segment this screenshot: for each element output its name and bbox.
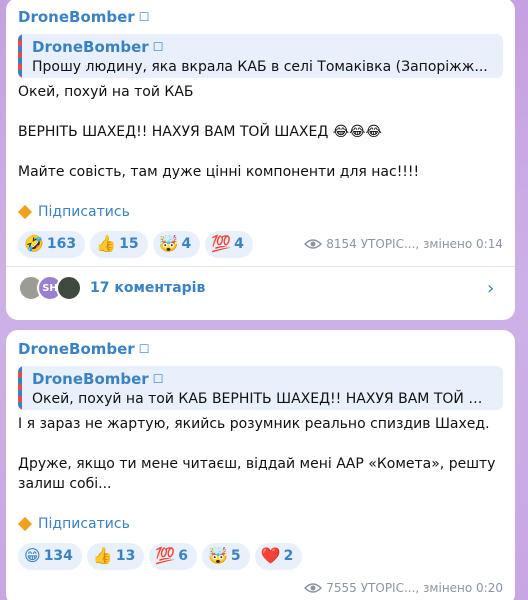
reaction-hundred[interactable]: 💯 4 <box>205 230 253 258</box>
reply-preview[interactable]: DroneBomber ☐ Прошу людину, яка вкрала К… <box>18 34 503 78</box>
thumbs-up-emoji-icon: 👍 <box>92 546 113 565</box>
hundred-emoji-icon: 💯 <box>155 546 176 565</box>
reply-author-name: DroneBomber <box>32 38 149 56</box>
subscribe-link[interactable]: Підписатись <box>17 514 503 534</box>
reaction-thumbs-up[interactable]: 👍 15 <box>90 230 148 258</box>
subscribe-link[interactable]: Підписатись <box>17 202 503 222</box>
channel-post: DroneBomber ☐ DroneBomber ☐ Окей, похуй … <box>6 330 515 600</box>
reply-author-badge-icon: ☐ <box>152 40 164 54</box>
thumbs-up-emoji-icon: 👍 <box>96 234 117 253</box>
reaction-hundred[interactable]: 💯 6 <box>149 542 197 570</box>
reaction-count: 5 <box>230 548 241 564</box>
subscribe-label[interactable]: Підписатись <box>38 204 130 220</box>
reaction-thumbs-up[interactable]: 👍 13 <box>86 542 145 570</box>
author-badge-icon: ☐ <box>138 10 150 24</box>
reaction-heart[interactable]: ❤️ 2 <box>254 542 303 570</box>
post-line: ВЕРНІТЬ ШАХЕД!! НАХУЯ ВАМ ТОЙ ШАХЕД 😂😂😂 <box>18 124 382 140</box>
mind-blown-emoji-icon: 🤯 <box>158 234 179 253</box>
reaction-count: 4 <box>234 236 244 252</box>
post-signature: УТОРІС..., змінено 0:20 <box>360 581 503 595</box>
post-line: Майте совість, там дуже цінні компоненти… <box>18 164 420 180</box>
post-meta: 8154 УТОРІС..., змінено 0:14 <box>304 237 503 251</box>
view-count: 7555 <box>326 581 357 595</box>
view-count: 8154 <box>326 237 357 251</box>
author-name[interactable]: DroneBomber <box>18 338 135 360</box>
channel-post: DroneBomber ☐ DroneBomber ☐ Прошу людину… <box>6 0 515 320</box>
reaction-rofl[interactable]: 🤣 163 <box>18 230 86 258</box>
reaction-count: 13 <box>115 548 136 564</box>
reaction-count: 6 <box>178 548 188 564</box>
post-author[interactable]: DroneBomber ☐ <box>18 6 503 28</box>
chevron-right-icon[interactable]: › <box>487 278 503 299</box>
reply-author-name: DroneBomber <box>32 370 149 388</box>
post-line: І я зараз не жартую, якийсь розумник реа… <box>18 416 490 432</box>
post-text: Окей, похуй на той КАБ ВЕРНІТЬ ШАХЕД!! Н… <box>18 82 503 182</box>
reaction-count: 163 <box>46 236 77 252</box>
diamond-icon <box>17 204 33 220</box>
reactions: 🤣 163 👍 15 🤯 4 💯 4 <box>18 230 253 258</box>
mind-blown-emoji-icon: 🤯 <box>208 546 228 565</box>
author-badge-icon: ☐ <box>138 342 150 356</box>
reactions: 😁 134 👍 13 💯 6 🤯 5 ❤️ 2 <box>18 542 303 570</box>
subscribe-label[interactable]: Підписатись <box>38 516 130 532</box>
diamond-icon <box>17 516 33 532</box>
comments-button[interactable]: SH 17 коментарів › <box>18 267 503 309</box>
post-meta: 7555 УТОРІС..., змінено 0:20 <box>304 581 503 595</box>
reaction-count: 2 <box>283 548 294 564</box>
post-author[interactable]: DroneBomber ☐ <box>18 338 503 360</box>
author-name[interactable]: DroneBomber <box>18 6 135 28</box>
eye-icon <box>304 239 323 249</box>
reply-author: DroneBomber ☐ <box>32 369 495 389</box>
reply-author-badge-icon: ☐ <box>152 372 164 386</box>
reply-author: DroneBomber ☐ <box>32 37 495 57</box>
reply-text: Окей, похуй на той КАБ ВЕРНІТЬ ШАХЕД!! Н… <box>32 391 495 407</box>
reaction-mind-blown[interactable]: 🤯 4 <box>152 230 201 258</box>
reply-text: Прошу людину, яка вкрала КАБ в селі Тома… <box>32 59 488 75</box>
eye-icon <box>304 583 323 593</box>
avatar <box>56 275 82 301</box>
grin-emoji-icon: 😁 <box>24 546 41 565</box>
reaction-count: 4 <box>181 236 192 252</box>
reply-bar <box>18 34 22 78</box>
reactions-row: 😁 134 👍 13 💯 6 🤯 5 ❤️ 2 <box>18 542 503 570</box>
commenter-avatars: SH <box>18 275 82 301</box>
reaction-count: 15 <box>119 236 139 252</box>
meta-row: 7555 УТОРІС..., змінено 0:20 <box>18 574 503 600</box>
reactions-row: 🤣 163 👍 15 🤯 4 💯 4 8154 УТОРІС..., зміне… <box>18 230 503 258</box>
comments-label[interactable]: 17 коментарів <box>90 280 479 296</box>
reply-bar <box>18 366 22 410</box>
post-text: І я зараз не жартую, якийсь розумник реа… <box>18 414 503 494</box>
rofl-emoji-icon: 🤣 <box>24 234 44 253</box>
post-line: Окей, похуй на той КАБ <box>18 84 194 100</box>
reaction-count: 134 <box>43 548 73 564</box>
reaction-mind-blown[interactable]: 🤯 5 <box>202 542 250 570</box>
heart-emoji-icon: ❤️ <box>260 546 281 565</box>
reply-preview[interactable]: DroneBomber ☐ Окей, похуй на той КАБ ВЕР… <box>18 366 503 410</box>
post-line: Друже, якщо ти мене читаєш, віддай мені … <box>18 456 496 492</box>
hundred-emoji-icon: 💯 <box>211 234 232 253</box>
reaction-grin[interactable]: 😁 134 <box>18 542 82 570</box>
post-signature: УТОРІС..., змінено 0:14 <box>360 237 503 251</box>
